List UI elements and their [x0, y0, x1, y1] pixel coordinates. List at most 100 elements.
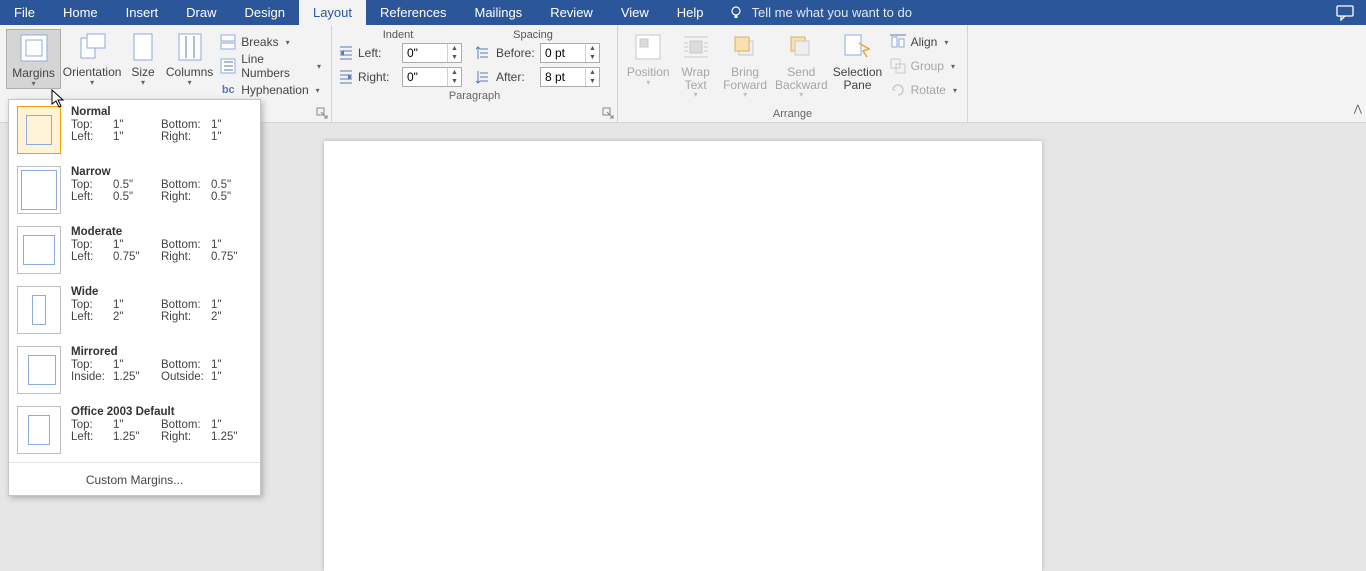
- spin-down[interactable]: ▼: [586, 77, 599, 86]
- indent-right-spin[interactable]: ▲▼: [402, 67, 462, 87]
- margins-button[interactable]: Margins ▾: [6, 29, 61, 89]
- position-icon: [632, 31, 664, 63]
- selection-pane-label: Selection Pane: [833, 66, 882, 91]
- spacing-after-input[interactable]: [541, 68, 585, 86]
- comment-icon[interactable]: [1336, 5, 1354, 21]
- margin-thumb-icon: [17, 286, 61, 334]
- spacing-before-spin[interactable]: ▲▼: [540, 43, 600, 63]
- group-label: Group: [911, 59, 944, 73]
- chevron-down-icon: ▾: [316, 86, 320, 95]
- spacing-before-input[interactable]: [541, 44, 585, 62]
- chevron-down-icon: ▾: [141, 79, 145, 87]
- tab-design[interactable]: Design: [231, 0, 299, 25]
- spin-down[interactable]: ▼: [448, 77, 461, 86]
- indent-left-icon: [338, 45, 354, 61]
- wrap-text-label: Wrap Text: [681, 66, 709, 91]
- line-numbers-button[interactable]: Line Numbers ▾: [216, 55, 325, 77]
- tab-mailings[interactable]: Mailings: [461, 0, 537, 25]
- group-icon: [890, 58, 906, 74]
- paragraph-launcher[interactable]: [602, 107, 614, 119]
- align-icon: [890, 34, 906, 50]
- hyphenation-icon: bc: [220, 82, 236, 98]
- bring-forward-icon: [729, 31, 761, 63]
- chevron-down-icon: ▾: [317, 62, 321, 71]
- selection-pane-button[interactable]: Selection Pane: [831, 29, 883, 91]
- margin-option-narrow[interactable]: NarrowTop:0.5"Bottom:0.5"Left:0.5"Right:…: [9, 160, 260, 220]
- indent-right-input[interactable]: [403, 68, 447, 86]
- size-button[interactable]: Size ▾: [123, 29, 163, 87]
- tab-layout[interactable]: Layout: [299, 0, 366, 25]
- line-numbers-icon: [220, 58, 236, 74]
- rotate-button: Rotate ▾: [886, 79, 961, 101]
- wrap-text-button: Wrap Text ▾: [674, 29, 717, 100]
- orientation-button[interactable]: Orientation ▾: [63, 29, 121, 87]
- margin-title: Normal: [71, 106, 252, 118]
- size-icon: [127, 31, 159, 63]
- margin-thumb-icon: [17, 346, 61, 394]
- chevron-down-icon: ▾: [646, 79, 650, 87]
- tab-home[interactable]: Home: [49, 0, 112, 25]
- breaks-icon: [220, 34, 236, 50]
- margin-option-moderate[interactable]: ModerateTop:1"Bottom:1"Left:0.75"Right:0…: [9, 220, 260, 280]
- margin-title: Mirrored: [71, 346, 252, 358]
- margin-option-wide[interactable]: WideTop:1"Bottom:1"Left:2"Right:2": [9, 280, 260, 340]
- columns-icon: [174, 31, 206, 63]
- indent-head: Indent: [338, 29, 458, 41]
- position-label: Position: [627, 66, 670, 79]
- rotate-icon: [890, 82, 906, 98]
- group-label-paragraph: Paragraph: [338, 89, 611, 102]
- margin-thumb-icon: [17, 166, 61, 214]
- before-label: Before:: [496, 46, 536, 60]
- custom-margins-item[interactable]: Custom Margins...: [9, 465, 260, 495]
- margin-thumb-icon: [17, 406, 61, 454]
- send-backward-button: Send Backward ▾: [773, 29, 829, 100]
- tab-draw[interactable]: Draw: [172, 0, 230, 25]
- tab-view[interactable]: View: [607, 0, 663, 25]
- left-label: Left:: [358, 46, 398, 60]
- spin-up[interactable]: ▲: [448, 68, 461, 77]
- spacing-after-icon: [476, 69, 492, 85]
- bring-forward-button: Bring Forward ▾: [719, 29, 771, 100]
- hyphenation-button[interactable]: bc Hyphenation ▾: [216, 79, 325, 101]
- spin-up[interactable]: ▲: [448, 44, 461, 53]
- spacing-after-spin[interactable]: ▲▼: [540, 67, 600, 87]
- spin-up[interactable]: ▲: [586, 44, 599, 53]
- size-label: Size: [131, 66, 154, 79]
- group-paragraph: Indent Spacing Left: ▲▼ Before: ▲▼ Right…: [332, 25, 618, 122]
- chevron-down-icon: ▾: [694, 91, 698, 99]
- document-page[interactable]: [324, 141, 1042, 571]
- spin-up[interactable]: ▲: [586, 68, 599, 77]
- margin-option-normal[interactable]: NormalTop:1"Bottom:1"Left:1"Right:1": [9, 100, 260, 160]
- columns-button[interactable]: Columns ▾: [165, 29, 214, 87]
- chevron-down-icon: ▾: [799, 91, 803, 99]
- margin-option-mirrored[interactable]: MirroredTop:1"Bottom:1"Inside:1.25"Outsi…: [9, 340, 260, 400]
- tell-me-input[interactable]: [752, 5, 952, 20]
- align-button[interactable]: Align ▾: [886, 31, 961, 53]
- chevron-down-icon: ▾: [32, 80, 36, 88]
- tab-help[interactable]: Help: [663, 0, 718, 25]
- chevron-down-icon: ▾: [951, 62, 955, 71]
- indent-left-input[interactable]: [403, 44, 447, 62]
- chevron-down-icon: ▾: [188, 79, 192, 87]
- page-setup-launcher[interactable]: [316, 107, 328, 119]
- tell-me[interactable]: [728, 5, 952, 21]
- line-numbers-label: Line Numbers: [241, 52, 310, 80]
- spin-down[interactable]: ▼: [586, 53, 599, 62]
- tab-insert[interactable]: Insert: [112, 0, 173, 25]
- margin-option-office2003[interactable]: Office 2003 DefaultTop:1"Bottom:1"Left:1…: [9, 400, 260, 460]
- tab-review[interactable]: Review: [536, 0, 607, 25]
- tab-file[interactable]: File: [0, 0, 49, 25]
- rotate-label: Rotate: [911, 83, 946, 97]
- collapse-ribbon-icon[interactable]: ⋀: [1354, 104, 1362, 115]
- tab-references[interactable]: References: [366, 0, 460, 25]
- margin-thumb-icon: [17, 106, 61, 154]
- wrap-text-icon: [680, 31, 712, 63]
- breaks-button[interactable]: Breaks ▾: [216, 31, 325, 53]
- bring-forward-label: Bring Forward: [723, 66, 767, 91]
- margin-thumb-icon: [17, 226, 61, 274]
- indent-left-spin[interactable]: ▲▼: [402, 43, 462, 63]
- margin-title: Moderate: [71, 226, 252, 238]
- spacing-head: Spacing: [458, 29, 608, 41]
- spin-down[interactable]: ▼: [448, 53, 461, 62]
- chevron-down-icon: ▾: [286, 38, 290, 47]
